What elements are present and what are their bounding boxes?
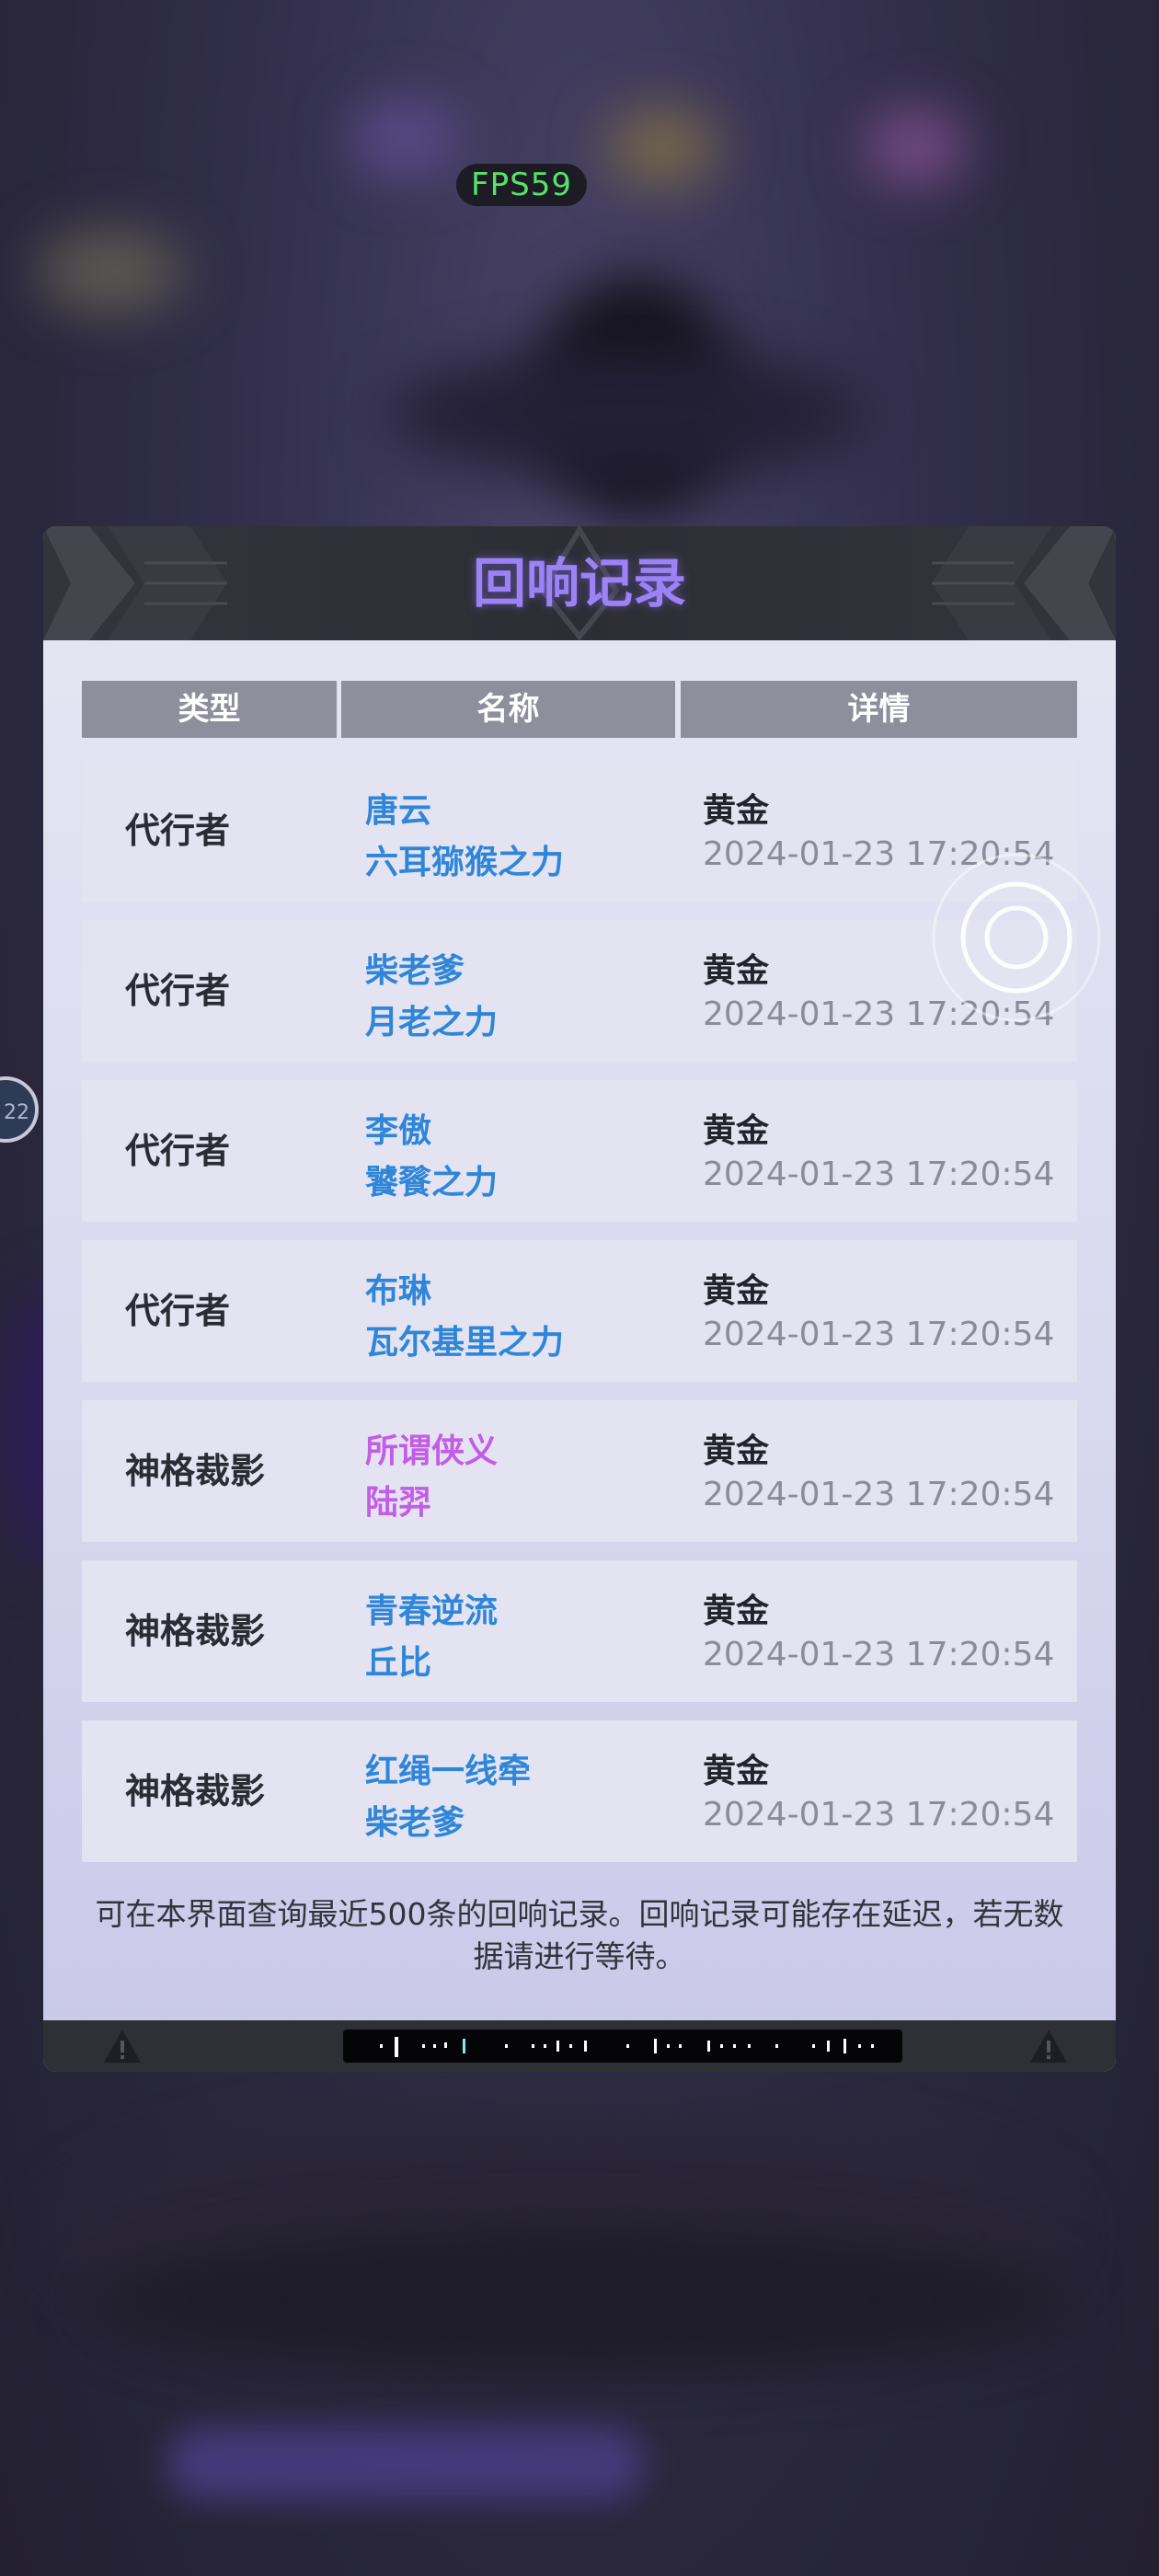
row-quality: 黄金 [703, 1753, 770, 1790]
row-name-primary: 红绳一线牵 [365, 1753, 532, 1790]
column-header-name: 名称 [341, 681, 675, 738]
row-quality: 黄金 [703, 1272, 770, 1310]
row-name-secondary: 月老之力 [365, 1004, 499, 1041]
row-name-secondary: 瓦尔基里之力 [365, 1324, 565, 1362]
panel-title: 回响记录 [472, 552, 686, 615]
row-quality: 黄金 [703, 1112, 770, 1150]
row-type: 代行者 [125, 1291, 231, 1331]
row-type: 神格裁影 [125, 1611, 266, 1651]
row-type: 代行者 [125, 1131, 231, 1171]
row-quality: 黄金 [703, 792, 770, 830]
row-time: 2024-01-23 17:20:54 [703, 1796, 1055, 1834]
row-name-primary: 布琳 [365, 1272, 432, 1310]
row-name-primary: 李傲 [365, 1112, 432, 1150]
row-name-secondary: 陆羿 [365, 1484, 432, 1522]
row-type: 代行者 [125, 971, 231, 1011]
loading-ticker [343, 2030, 902, 2063]
row-quality: 黄金 [703, 1432, 770, 1470]
table-row: 代行者 柴老爹 月老之力 黄金 2024-01-23 17:20:54 [82, 920, 1077, 1062]
column-header-type: 类型 [82, 681, 337, 738]
row-time: 2024-01-23 17:20:54 [703, 1156, 1055, 1193]
row-quality: 黄金 [703, 952, 770, 990]
row-name-secondary: 饕餮之力 [365, 1164, 499, 1202]
row-name-primary: 青春逆流 [365, 1593, 499, 1630]
row-time: 2024-01-23 17:20:54 [703, 1316, 1055, 1353]
warning-icon [1030, 2030, 1067, 2063]
row-type: 代行者 [125, 811, 231, 851]
column-header-detail: 详情 [681, 681, 1077, 738]
table-row: 代行者 李傲饕餮之力 黄金 2024-01-23 17:20:54 [82, 1080, 1077, 1222]
row-type: 神格裁影 [125, 1771, 266, 1811]
table-row: 代行者 布琳瓦尔基里之力 黄金 2024-01-23 17:20:54 [82, 1240, 1077, 1382]
bottom-blurred-button [166, 2427, 644, 2501]
row-time: 2024-01-23 17:20:54 [703, 1636, 1055, 1673]
row-name-primary: 唐云 [365, 792, 432, 830]
table-row: 神格裁影 所谓侠义陆羿 黄金 2024-01-23 17:20:54 [82, 1400, 1077, 1542]
table-row: 代行者 唐云 六耳猕猴之力 黄金 2024-01-23 17:20:54 [82, 760, 1077, 902]
row-name-secondary: 柴老爹 [365, 1804, 465, 1842]
side-float-button[interactable]: 22 [0, 1076, 39, 1143]
ticker-marks [380, 2037, 874, 2057]
table-row: 神格裁影 青春逆流丘比 黄金 2024-01-23 17:20:54 [82, 1560, 1077, 1702]
table-row: 神格裁影 红绳一线牵柴老爹 黄金 2024-01-23 17:20:54 [82, 1720, 1077, 1862]
row-name-secondary: 丘比 [365, 1644, 432, 1682]
row-type: 神格裁影 [125, 1451, 266, 1491]
records-note: 可在本界面查询最近500条的回响记录。回响记录可能存在延迟，若无数据请进行等待。 [95, 1896, 1064, 1974]
row-time: 2024-01-23 17:20:54 [703, 1476, 1055, 1513]
fps-counter: FPS59 [456, 164, 587, 206]
joystick-icon[interactable] [931, 852, 1102, 1023]
row-quality: 黄金 [703, 1593, 770, 1630]
warning-icon [104, 2030, 141, 2063]
row-name-primary: 所谓侠义 [365, 1432, 499, 1470]
row-name-primary: 柴老爹 [365, 952, 465, 990]
row-name-secondary: 六耳猕猴之力 [365, 844, 565, 881]
